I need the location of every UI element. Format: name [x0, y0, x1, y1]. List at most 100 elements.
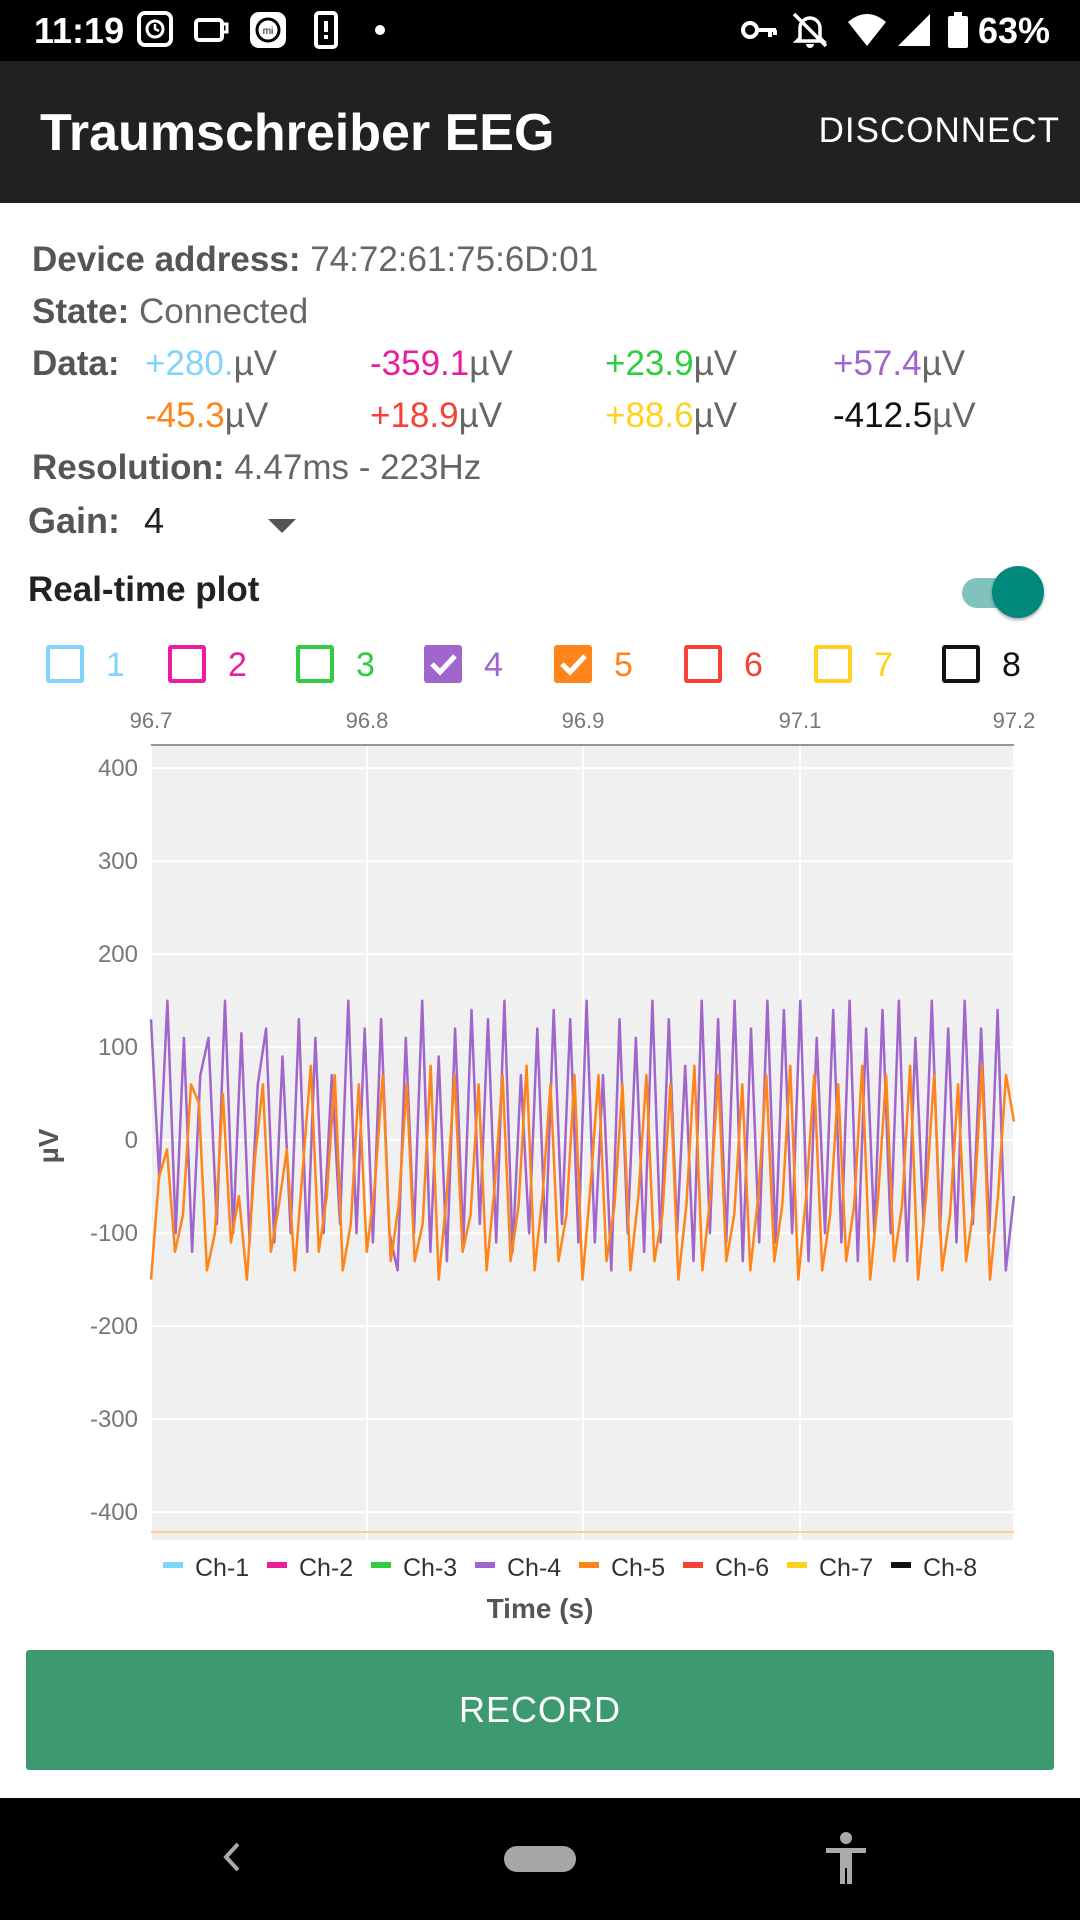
data-label: Data: [32, 344, 120, 383]
eeg-chart: 96.7 96.8 96.9 97.1 97.2 400 300 200 100 0 -100 -20… [33, 708, 1036, 1624]
channel-checkbox-label: 3 [356, 646, 375, 684]
record-button[interactable]: RECORD [26, 1650, 1054, 1770]
gain-label: Gain: [28, 500, 121, 541]
channel-value-1: +280.µV [145, 344, 277, 384]
resolution-value: 4.47ms - 223Hz [234, 448, 482, 487]
channel-value-number: -45.3 [145, 396, 225, 435]
channel-value-unit: µV [469, 344, 513, 383]
channel-checkbox-2[interactable] [168, 645, 206, 683]
channel-checkbox-8[interactable] [942, 645, 980, 683]
channel-value-number: +280. [145, 344, 234, 383]
y-axis-label: µV [33, 1128, 64, 1163]
gain-value[interactable]: 4 [144, 500, 164, 541]
legend-label: Ch-1 [195, 1554, 249, 1582]
channel-value-number: -412.5 [833, 396, 933, 435]
x-tick-label: 97.2 [993, 708, 1036, 733]
accessibility-icon[interactable] [822, 1830, 870, 1891]
legend-label: Ch-5 [611, 1554, 665, 1582]
channel-value-6: +18.9µV [370, 396, 502, 436]
channel-checkbox-label: 2 [228, 646, 247, 684]
app-title: Traumschreiber EEG [40, 104, 555, 162]
x-tick-label: 96.8 [346, 708, 389, 733]
channel-value-number: +18.9 [370, 396, 459, 435]
channel-checkbox-1[interactable] [46, 645, 84, 683]
legend-swatch [683, 1562, 703, 1568]
channel-value-5: -45.3µV [145, 396, 268, 436]
home-button[interactable] [504, 1846, 576, 1872]
legend-label: Ch-8 [923, 1554, 977, 1582]
gain-row: Gain: 4 [28, 500, 164, 542]
legend-label: Ch-6 [715, 1554, 769, 1582]
resolution-label: Resolution: [32, 448, 225, 487]
y-tick-label: -400 [90, 1499, 138, 1526]
x-tick-label: 96.9 [562, 708, 605, 733]
channel-value-8: -412.5µV [833, 396, 976, 436]
svg-text:mi: mi [263, 26, 274, 37]
state-value: Connected [138, 292, 309, 331]
y-tick-label: -300 [90, 1406, 138, 1433]
disconnect-button[interactable]: DISCONNECT [819, 111, 1060, 151]
channel-value-number: +88.6 [605, 396, 694, 435]
status-time: 11:19 [34, 10, 125, 51]
y-tick-label: 200 [98, 941, 138, 968]
gain-dropdown-caret-icon[interactable] [268, 519, 296, 533]
app-bar: Traumschreiber EEG DISCONNECT [0, 61, 1080, 203]
x-axis-label: Time (s) [487, 1593, 594, 1624]
battery-percent: 63% [977, 10, 1050, 51]
channel-value-unit: µV [921, 344, 966, 383]
y-tick-label: 100 [98, 1034, 138, 1061]
channel-checkbox-4[interactable] [424, 645, 462, 683]
legend-swatch [267, 1562, 287, 1568]
realtime-toggle[interactable] [992, 566, 1044, 618]
y-tick-label: -100 [90, 1220, 138, 1247]
channel-value-number: +23.9 [605, 344, 694, 383]
data-label-wrap: Data: [32, 344, 120, 384]
channel-value-unit: µV [458, 396, 503, 435]
device-address-row: Device address: 74:72:61:75:6D:01 [32, 240, 598, 280]
state-row: State: Connected [32, 292, 308, 332]
y-tick-label: 400 [98, 755, 138, 782]
channel-value-unit: µV [224, 396, 269, 435]
x-tick-label: 96.7 [130, 708, 173, 733]
dot-icon [360, 10, 400, 50]
channel-value-number: -359.1 [370, 344, 470, 383]
y-tick-label: 300 [98, 848, 138, 875]
channel-value-2: -359.1µV [370, 344, 513, 384]
legend-swatch [787, 1562, 807, 1568]
legend-label: Ch-3 [403, 1554, 457, 1582]
phone-alert-icon [306, 10, 346, 50]
legend-label: Ch-2 [299, 1554, 353, 1582]
state-label: State: [32, 292, 130, 331]
channel-checkbox-label: 4 [484, 646, 503, 684]
signal-icon [894, 10, 934, 50]
legend-swatch [475, 1562, 495, 1568]
channel-value-3: +23.9µV [605, 344, 737, 384]
channel-value-number: +57.4 [833, 344, 922, 383]
channel-checkbox-label: 6 [744, 646, 763, 684]
legend-swatch [891, 1562, 911, 1568]
channel-checkbox-label: 8 [1002, 646, 1021, 684]
channel-checkbox-label: 7 [874, 646, 893, 684]
legend-swatch [163, 1562, 183, 1568]
legend-swatch [579, 1562, 599, 1568]
channel-value-7: +88.6µV [605, 396, 737, 436]
device-address-label: Device address: [32, 240, 301, 279]
back-icon[interactable] [212, 1832, 252, 1882]
battery-icon [938, 10, 978, 50]
channel-checkbox-7[interactable] [814, 645, 852, 683]
wifi-icon [846, 10, 886, 50]
channel-value-unit: µV [233, 344, 278, 383]
channel-value-4: +57.4µV [833, 344, 965, 384]
channel-checkbox-label: 5 [614, 646, 633, 684]
channel-checkbox-label: 1 [106, 646, 125, 684]
channel-checkbox-3[interactable] [296, 645, 334, 683]
channel-checkbox-6[interactable] [684, 645, 722, 683]
resolution-row: Resolution: 4.47ms - 223Hz [32, 448, 481, 488]
legend-label: Ch-4 [507, 1554, 561, 1582]
key-icon [740, 10, 780, 50]
channel-checkbox-5[interactable] [554, 645, 592, 683]
device-address-value: 74:72:61:75:6D:01 [310, 240, 599, 279]
x-tick-label: 97.1 [779, 708, 822, 733]
legend-swatch [371, 1562, 391, 1568]
cup-icon [192, 10, 232, 50]
